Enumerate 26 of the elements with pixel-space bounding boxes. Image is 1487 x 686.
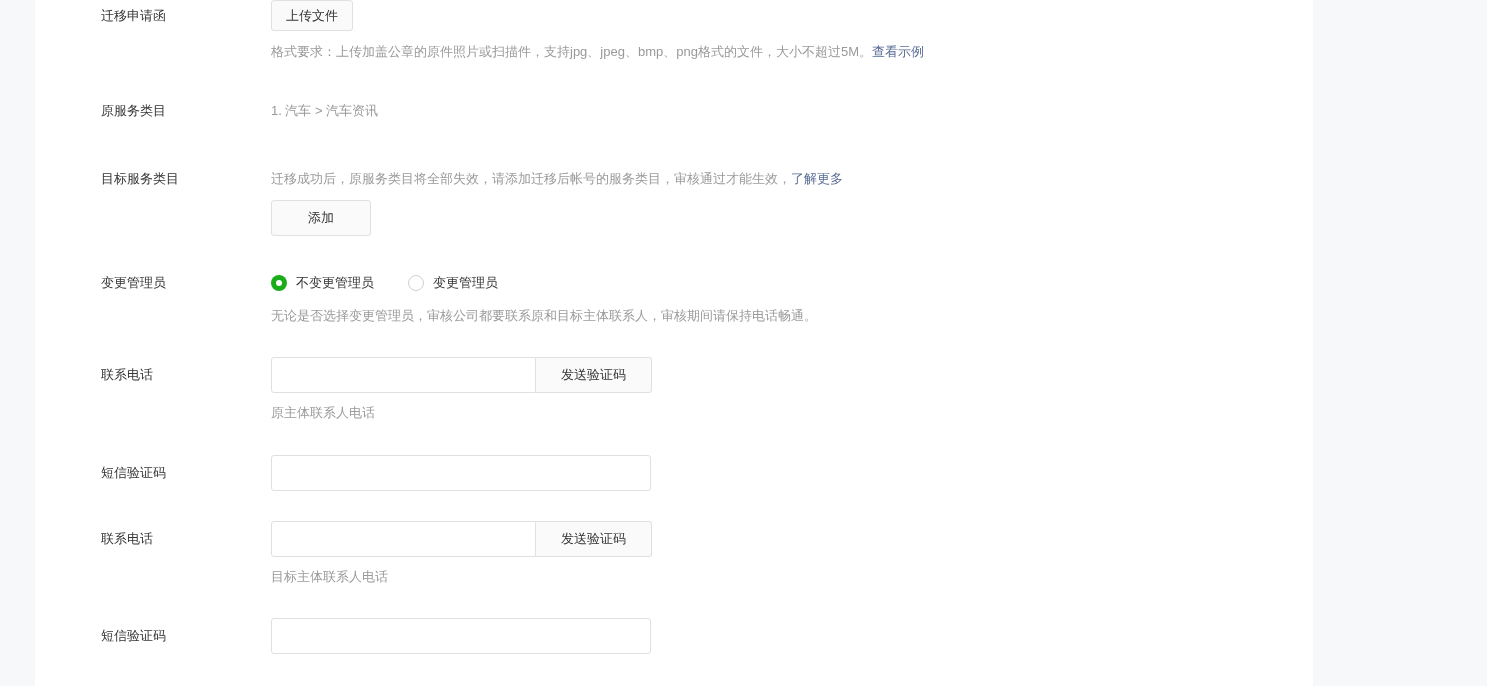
- field-label: 变更管理员: [101, 274, 167, 293]
- field-label: 短信验证码: [101, 464, 167, 483]
- phone-field[interactable]: [271, 521, 536, 557]
- field-label: 联系电话: [101, 366, 154, 385]
- hint-text: 无论是否选择变更管理员，审核公司都要联系原和目标主体联系人，审核期间请保持电话畅通。: [271, 307, 817, 325]
- input-field[interactable]: [271, 618, 651, 654]
- hint-text: 迁移成功后，原服务类目将全部失效，请添加迁移后帐号的服务类目，审核通过才能生效，了解更多: [271, 170, 843, 188]
- field-label: 联系电话: [101, 530, 154, 549]
- hint-text: 目标主体联系人电话: [271, 568, 388, 586]
- field-label: 迁移申请函: [101, 6, 167, 25]
- field-label: 短信验证码: [101, 627, 167, 646]
- field-label: 原服务类目: [101, 102, 167, 121]
- phone-field[interactable]: [271, 357, 536, 393]
- action-button[interactable]: 发送验证码: [536, 357, 652, 393]
- category-text: 1. 汽车 > 汽车资讯: [271, 102, 379, 120]
- hint-text: 原主体联系人电话: [271, 404, 375, 422]
- radio-option[interactable]: 不变更管理员: [271, 273, 374, 293]
- hint-text: 格式要求：上传加盖公章的原件照片或扫描件，支持jpg、jpeg、bmp、png格式的文件，大小不超过5M。查看示例: [271, 43, 924, 61]
- radio-option[interactable]: 变更管理员: [408, 273, 498, 293]
- input-field[interactable]: [271, 455, 651, 491]
- action-button[interactable]: 上传文件: [271, 0, 353, 31]
- help-link[interactable]: 了解更多: [791, 171, 843, 186]
- action-button[interactable]: 发送验证码: [536, 521, 652, 557]
- help-link[interactable]: 查看示例: [871, 44, 924, 59]
- action-button[interactable]: 添加: [271, 200, 371, 236]
- field-label: 目标服务类目: [101, 170, 180, 189]
